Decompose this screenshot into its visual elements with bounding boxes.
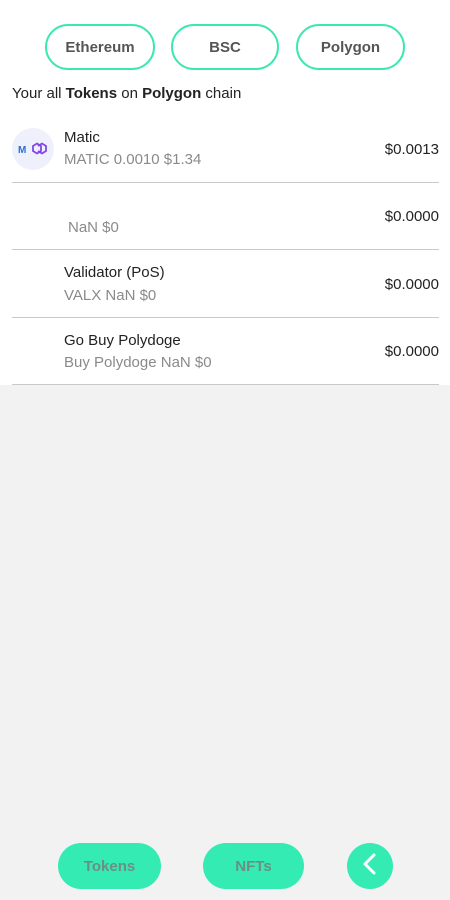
heading-prefix: Your all — [12, 85, 66, 102]
tokens-tab-button[interactable]: Tokens — [58, 843, 161, 889]
chain-button-polygon[interactable]: Polygon — [296, 24, 405, 70]
token-name: Go Buy Polydoge — [64, 332, 181, 349]
page-heading: Your all Tokens on Polygon chain — [12, 85, 241, 102]
heading-tokens: Tokens — [65, 85, 118, 102]
token-sub: MATIC 0.0010 $1.34 — [64, 151, 202, 168]
token-sub: VALX NaN $0 — [64, 287, 157, 304]
token-name: Matic — [64, 129, 100, 146]
heading-chain: Polygon — [142, 85, 202, 102]
token-sub: Buy Polydoge NaN $0 — [64, 354, 212, 371]
token-usd-value: $0.0000 — [384, 343, 439, 360]
token-usd-value: $0.0000 — [384, 208, 439, 225]
chain-button-bsc[interactable]: BSC — [171, 24, 279, 70]
token-usd-value: $0.0000 — [384, 276, 439, 293]
token-row[interactable]: NaN $0 $0.0000 — [12, 183, 439, 250]
token-name: Validator (PoS) — [64, 264, 165, 281]
nfts-tab-button[interactable]: NFTs — [203, 843, 304, 889]
chain-button-ethereum[interactable]: Ethereum — [45, 24, 155, 70]
heading-middle: on — [117, 85, 143, 102]
heading-suffix: chain — [201, 85, 242, 102]
back-button[interactable] — [347, 843, 393, 889]
token-list-panel: Ethereum BSC Polygon Your all Tokens on … — [0, 0, 450, 385]
chevron-left-icon — [360, 852, 380, 881]
token-row[interactable]: Matic MATIC 0.0010 $1.34 $0.0013 — [12, 118, 439, 183]
token-usd-value: $0.0013 — [384, 141, 439, 158]
token-sub: NaN $0 — [68, 219, 119, 236]
token-row[interactable]: Go Buy Polydoge Buy Polydoge NaN $0 $0.0… — [12, 318, 439, 385]
token-row[interactable]: Validator (PoS) VALX NaN $0 $0.0000 — [12, 250, 439, 318]
